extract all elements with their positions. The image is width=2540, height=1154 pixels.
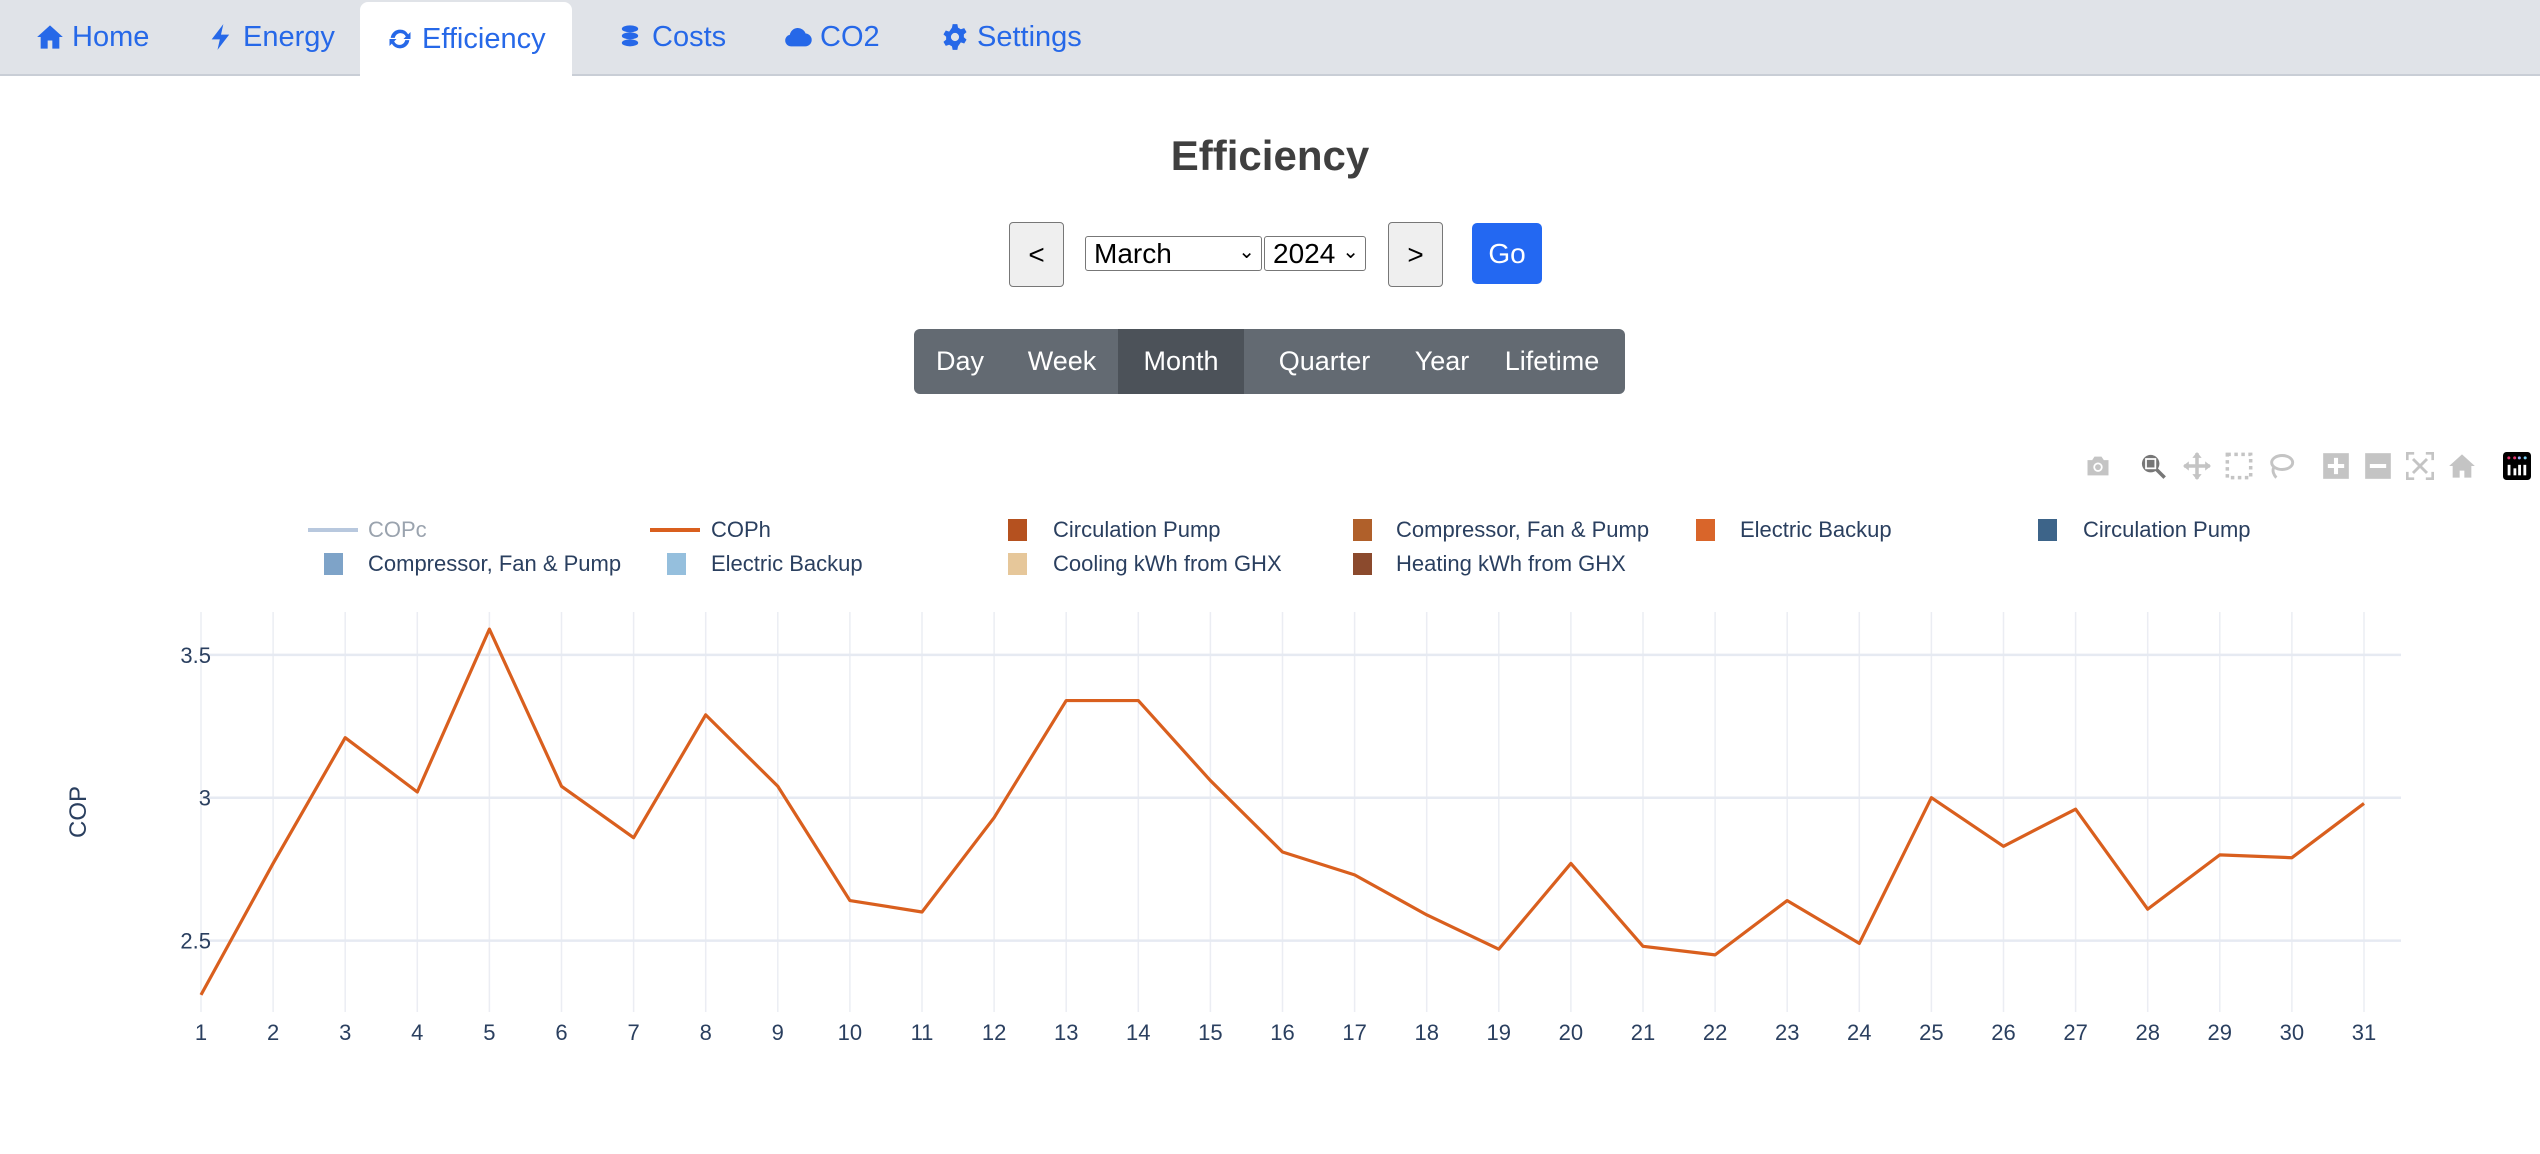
y-tick-label: 2.5 — [180, 929, 211, 954]
y-tick-label: 3.5 — [180, 643, 211, 668]
y-axis-title: COP — [65, 786, 92, 838]
x-tick-label: 21 — [1631, 1020, 1655, 1045]
x-tick-label: 7 — [627, 1020, 639, 1045]
x-tick-label: 19 — [1487, 1020, 1511, 1045]
x-tick-label: 15 — [1198, 1020, 1222, 1045]
x-tick-label: 20 — [1559, 1020, 1583, 1045]
x-tick-label: 1 — [195, 1020, 207, 1045]
x-tick-label: 28 — [2135, 1020, 2159, 1045]
x-tick-label: 11 — [911, 1020, 934, 1045]
x-tick-label: 12 — [982, 1020, 1006, 1045]
x-tick-label: 2 — [267, 1020, 279, 1045]
x-tick-label: 13 — [1054, 1020, 1078, 1045]
x-tick-label: 29 — [2208, 1020, 2232, 1045]
x-tick-label: 31 — [2352, 1020, 2376, 1045]
x-tick-label: 25 — [1919, 1020, 1943, 1045]
x-tick-label: 8 — [700, 1020, 712, 1045]
x-tick-label: 27 — [2063, 1020, 2087, 1045]
x-tick-label: 6 — [555, 1020, 567, 1045]
x-tick-label: 9 — [772, 1020, 784, 1045]
x-tick-label: 14 — [1126, 1020, 1150, 1045]
cop-line-chart: 1 2 3 4 5 6 7 8 9 10 11 12 13 14 15 16 17 18 19 20 21 22 23 24 2… — [65, 612, 2401, 1045]
x-tick-label: 10 — [838, 1020, 862, 1045]
x-tick-label: 5 — [483, 1020, 495, 1045]
x-tick-label: 3 — [339, 1020, 351, 1045]
x-tick-label: 24 — [1847, 1020, 1871, 1045]
x-tick-label: 18 — [1414, 1020, 1438, 1045]
x-tick-label: 4 — [411, 1020, 423, 1045]
y-tick-label: 3 — [199, 786, 211, 811]
x-tick-label: 30 — [2280, 1020, 2304, 1045]
x-tick-label: 22 — [1703, 1020, 1727, 1045]
x-tick-label: 26 — [1991, 1020, 2015, 1045]
x-tick-label: 17 — [1342, 1020, 1366, 1045]
x-tick-label: 23 — [1775, 1020, 1799, 1045]
x-tick-label: 16 — [1270, 1020, 1294, 1045]
